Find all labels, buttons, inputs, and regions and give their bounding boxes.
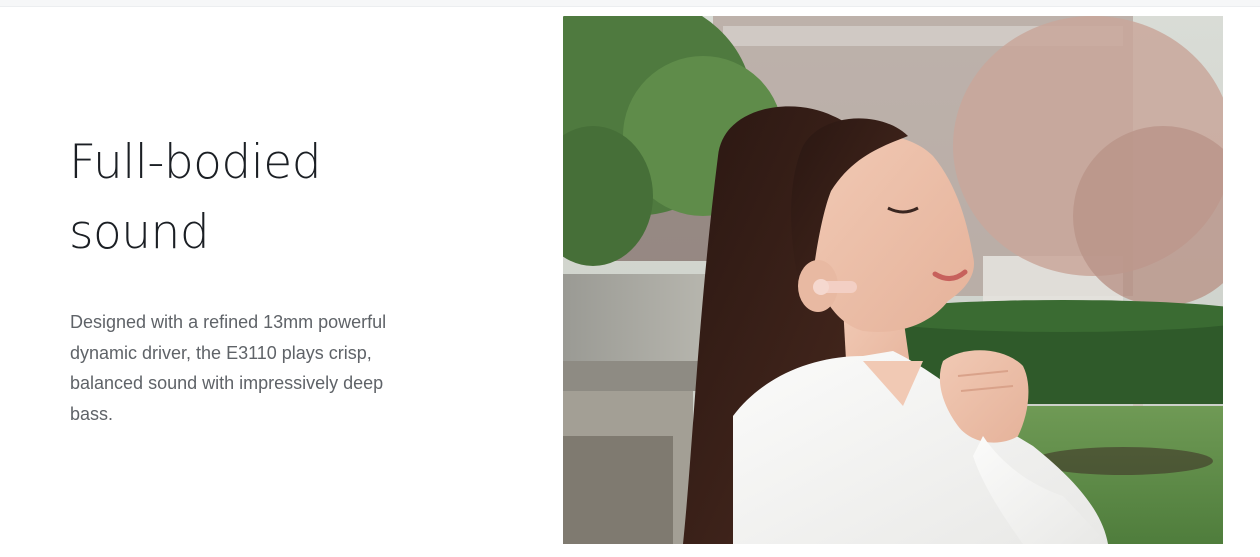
feature-description: Designed with a refined 13mm powerful dy…	[70, 312, 387, 424]
feature-heading-line-1: Full-bodied	[69, 135, 322, 190]
header-divider	[0, 0, 1260, 7]
feature-heading: Full-bodied sound	[69, 128, 509, 268]
feature-section: Full-bodied sound Designed with a refine…	[0, 0, 1260, 557]
product-lifestyle-photo	[563, 16, 1223, 544]
feature-heading-line-2: sound	[69, 205, 210, 260]
